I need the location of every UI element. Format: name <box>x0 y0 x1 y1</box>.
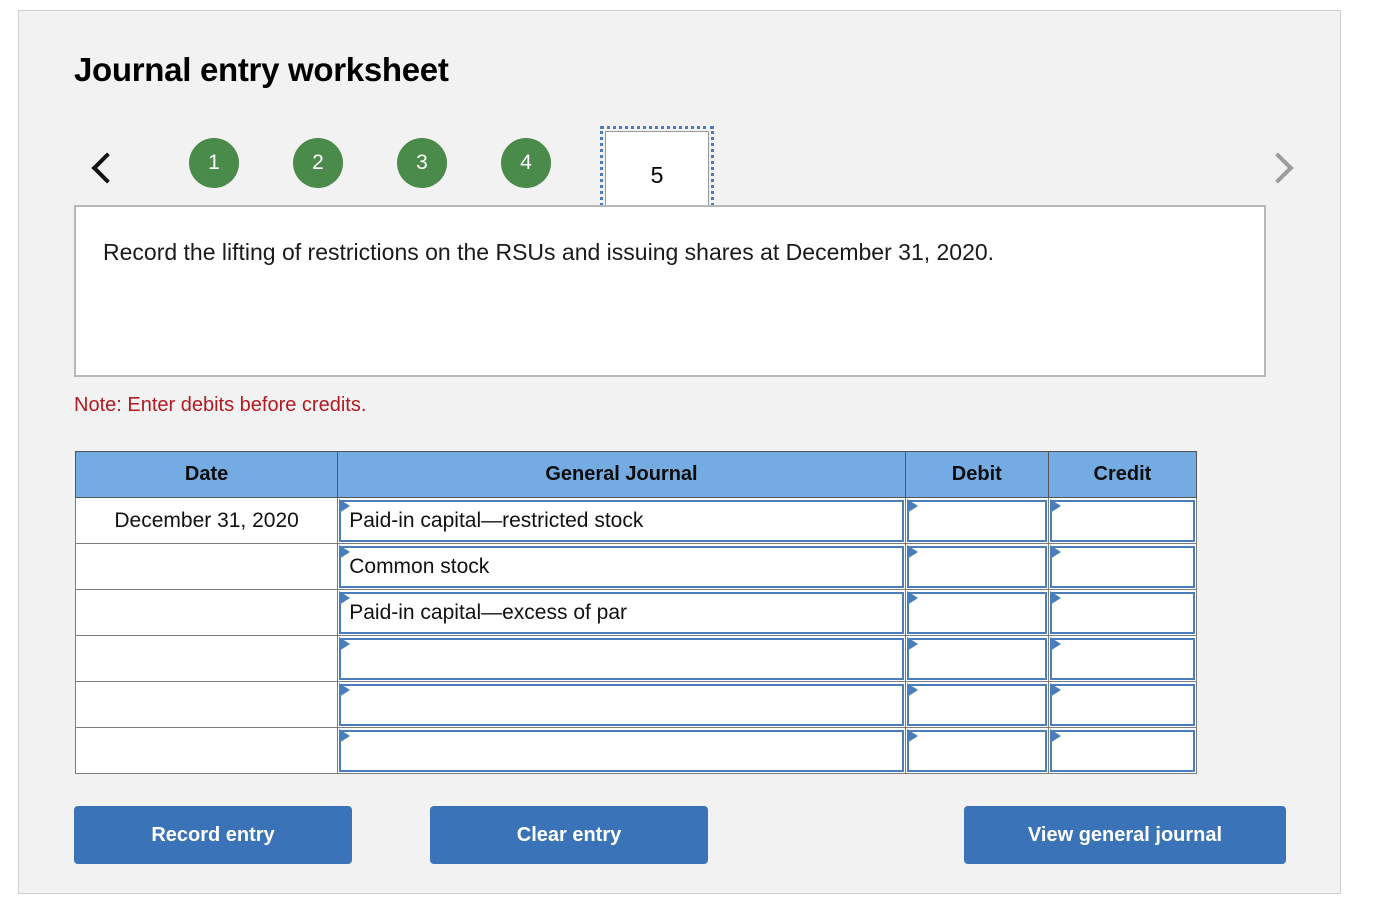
account-input[interactable] <box>339 729 904 772</box>
credit-input[interactable] <box>1049 729 1195 772</box>
table-row: December 31, 2020 Paid-in capital—restri… <box>74 497 1198 544</box>
step-tab-3-label: 3 <box>416 151 428 174</box>
debit-input[interactable] <box>906 637 1047 680</box>
account-input[interactable]: Common stock <box>339 545 904 588</box>
credit-input[interactable] <box>1049 499 1195 542</box>
journal-entry-panel: Journal entry worksheet 1 2 3 4 5 Record… <box>18 10 1341 894</box>
account-cell[interactable] <box>337 681 906 728</box>
view-general-journal-button[interactable]: View general journal <box>964 806 1286 864</box>
date-cell <box>74 727 339 774</box>
table-row <box>74 727 1198 774</box>
account-cell[interactable]: Paid-in capital—excess of par <box>337 589 906 636</box>
credit-cell[interactable] <box>1047 727 1198 774</box>
credit-cell[interactable] <box>1047 497 1198 544</box>
credit-input[interactable] <box>1049 637 1195 680</box>
debit-cell[interactable] <box>904 497 1049 544</box>
credit-cell[interactable] <box>1047 589 1198 636</box>
debit-cell[interactable] <box>904 543 1049 590</box>
debit-cell[interactable] <box>904 589 1049 636</box>
step-tab-2[interactable]: 2 <box>293 138 343 188</box>
record-entry-button[interactable]: Record entry <box>74 806 352 864</box>
debit-input[interactable] <box>906 729 1047 772</box>
account-input[interactable]: Paid-in capital—restricted stock <box>339 499 904 542</box>
table-row: Paid-in capital—excess of par <box>74 589 1198 636</box>
credit-input[interactable] <box>1049 683 1195 726</box>
clear-entry-button[interactable]: Clear entry <box>430 806 708 864</box>
date-cell: December 31, 2020 <box>74 497 339 544</box>
account-cell[interactable] <box>337 635 906 682</box>
debit-cell[interactable] <box>904 635 1049 682</box>
next-step-button[interactable] <box>1252 145 1292 191</box>
table-row: Common stock <box>74 543 1198 590</box>
debit-input[interactable] <box>906 591 1047 634</box>
account-input[interactable]: Paid-in capital—excess of par <box>339 591 904 634</box>
date-cell <box>74 589 339 636</box>
prev-step-button[interactable] <box>81 145 121 191</box>
instruction-text: Record the lifting of restrictions on th… <box>103 239 995 265</box>
debit-input[interactable] <box>906 499 1047 542</box>
step-tab-2-label: 2 <box>312 151 324 174</box>
debit-cell[interactable] <box>904 681 1049 728</box>
page-title: Journal entry worksheet <box>74 51 449 88</box>
debits-before-credits-note: Note: Enter debits before credits. <box>74 394 367 416</box>
account-cell[interactable]: Paid-in capital—restricted stock <box>337 497 906 544</box>
step-tab-3[interactable]: 3 <box>397 138 447 188</box>
credit-input[interactable] <box>1049 545 1195 588</box>
chevron-left-icon <box>93 153 110 183</box>
journal-entry-table: Date General Journal Debit Credit Decemb… <box>74 451 1198 774</box>
account-cell[interactable]: Common stock <box>337 543 906 590</box>
account-input[interactable] <box>339 683 904 726</box>
credit-cell[interactable] <box>1047 681 1198 728</box>
step-tab-1[interactable]: 1 <box>189 138 239 188</box>
table-row <box>74 635 1198 682</box>
credit-cell[interactable] <box>1047 543 1198 590</box>
date-cell <box>74 681 339 728</box>
step-tab-1-label: 1 <box>208 151 220 174</box>
credit-input[interactable] <box>1049 591 1195 634</box>
step-tab-4[interactable]: 4 <box>501 138 551 188</box>
table-row <box>74 681 1198 728</box>
debit-input[interactable] <box>906 683 1047 726</box>
date-cell <box>74 635 339 682</box>
date-cell <box>74 543 339 590</box>
account-cell[interactable] <box>337 727 906 774</box>
column-header-journal: General Journal <box>337 451 906 498</box>
step-tab-4-label: 4 <box>520 151 532 174</box>
column-header-debit: Debit <box>904 451 1049 498</box>
column-header-date: Date <box>74 451 339 498</box>
debit-cell[interactable] <box>904 727 1049 774</box>
column-header-credit: Credit <box>1047 451 1198 498</box>
table-header-row: Date General Journal Debit Credit <box>74 451 1198 498</box>
credit-cell[interactable] <box>1047 635 1198 682</box>
step-tab-5-label: 5 <box>650 161 664 188</box>
account-input[interactable] <box>339 637 904 680</box>
instruction-box: Record the lifting of restrictions on th… <box>74 205 1266 377</box>
debit-input[interactable] <box>906 545 1047 588</box>
chevron-right-icon <box>1264 153 1281 183</box>
